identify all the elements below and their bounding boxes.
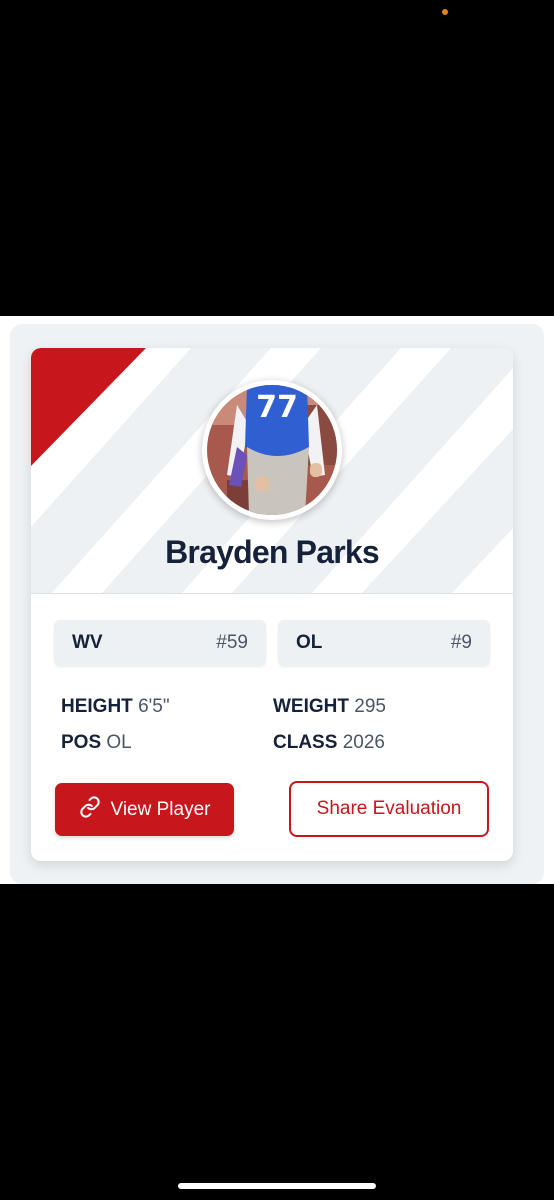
class-value: 2026: [342, 732, 385, 753]
pos-value: OL: [106, 732, 132, 753]
weight-value: 295: [354, 696, 386, 717]
class-label: CLASS: [273, 732, 338, 753]
home-indicator[interactable]: [178, 1183, 376, 1189]
height-value: 6'5": [138, 696, 170, 717]
position-rank: #9: [450, 632, 472, 653]
weight-label: WEIGHT: [273, 696, 349, 717]
team-code: WV: [72, 632, 103, 653]
player-card: 77 Brayden Parks WV #59 OL #9 HEIGHT 6'5…: [31, 348, 513, 861]
view-player-button[interactable]: View Player: [55, 783, 234, 836]
team-number: #59: [216, 632, 248, 653]
team-tag: WV #59: [54, 620, 266, 666]
link-icon: [79, 795, 101, 824]
weight-stat: WEIGHT 295: [273, 696, 386, 718]
height-stat: HEIGHT 6'5": [61, 696, 170, 718]
position-code: OL: [296, 632, 323, 653]
share-evaluation-label: Share Evaluation: [316, 798, 462, 819]
header-divider: [31, 593, 513, 594]
player-photo: 77: [207, 385, 337, 515]
pos-label: POS: [61, 732, 102, 753]
status-indicator-dot: [442, 9, 448, 15]
player-name: Brayden Parks: [165, 534, 380, 570]
jersey-number: 77: [256, 390, 298, 425]
view-player-label: View Player: [110, 798, 211, 820]
position-tag: OL #9: [278, 620, 490, 666]
player-card-header: 77 Brayden Parks: [31, 348, 513, 594]
share-evaluation-button[interactable]: Share Evaluation: [289, 781, 489, 837]
avatar-frame: 77: [202, 380, 342, 520]
class-stat: CLASS 2026: [273, 732, 385, 754]
height-label: HEIGHT: [61, 696, 133, 717]
pos-stat: POS OL: [61, 732, 132, 754]
